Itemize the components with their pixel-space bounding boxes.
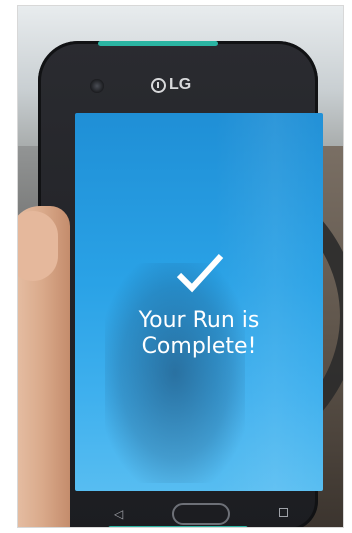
back-triangle-icon[interactable]: ◁ xyxy=(114,507,123,521)
photo: LG Your Run is Complete! ◁ xyxy=(17,5,344,528)
screen-glare xyxy=(215,113,323,491)
android-nav-bar: ◁ xyxy=(106,501,296,527)
lg-logo-icon xyxy=(151,77,166,93)
thumb xyxy=(18,211,58,281)
phone: LG Your Run is Complete! ◁ xyxy=(38,41,323,527)
home-button[interactable] xyxy=(172,503,230,525)
recent-apps-icon[interactable] xyxy=(279,508,288,517)
phone-screen: Your Run is Complete! xyxy=(75,113,323,491)
case-bumper-top xyxy=(98,41,218,46)
brand-label: LG xyxy=(151,75,211,95)
checkmark-icon xyxy=(176,253,224,293)
message-line-2: Complete! xyxy=(141,334,257,359)
message-line-1: Your Run is xyxy=(138,308,260,333)
front-camera xyxy=(90,79,104,93)
completion-message: Your Run is Complete! xyxy=(89,308,309,360)
brand-text: LG xyxy=(169,76,192,93)
